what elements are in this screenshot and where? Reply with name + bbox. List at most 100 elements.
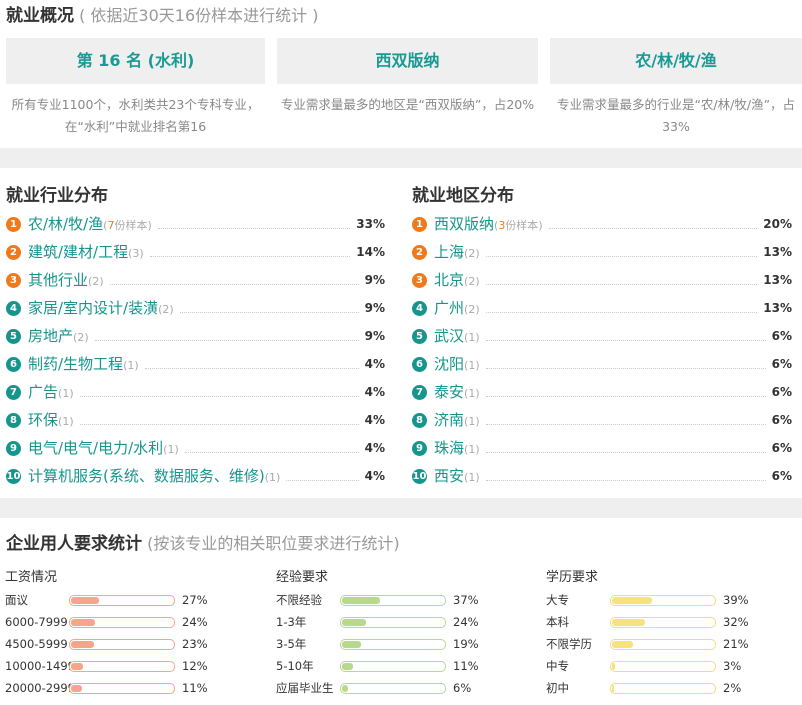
- sample-count: (1): [464, 359, 480, 372]
- progress-bar: [69, 639, 175, 650]
- sample-count: (2): [88, 275, 104, 288]
- requirement-row: 1-3年 24%: [276, 611, 496, 633]
- requirement-percent: 21%: [723, 637, 749, 651]
- region-row: 2 上海(2) 13%: [412, 238, 792, 266]
- overview-heading: 就业概况 ( 依据近30天16份样本进行统计 ): [6, 4, 318, 28]
- requirement-percent: 37%: [453, 593, 479, 607]
- requirement-percent: 24%: [453, 615, 479, 629]
- region-row: 4 广州(2) 13%: [412, 294, 792, 322]
- sample-count-value: 2: [468, 247, 476, 260]
- dotted-leader: [79, 424, 359, 425]
- sample-count-value: 1: [468, 471, 476, 484]
- requirement-percent: 39%: [723, 593, 749, 607]
- sample-count: (1): [464, 471, 480, 484]
- industry-name-link[interactable]: 制药/生物工程: [28, 355, 123, 373]
- progress-bar: [340, 595, 446, 606]
- sample-count: (3): [128, 247, 144, 260]
- dotted-leader: [485, 312, 758, 313]
- industry-name-link[interactable]: 计算机服务(系统、数据服务、维修): [28, 467, 265, 485]
- sample-count-value: 3: [132, 247, 140, 260]
- region-name-link[interactable]: 泰安: [434, 383, 464, 401]
- region-percent: 6%: [771, 329, 792, 343]
- region-row: 7 泰安(1) 6%: [412, 378, 792, 406]
- requirement-column-title: 学历要求: [546, 570, 599, 585]
- industry-row: 10 计算机服务(系统、数据服务、维修)(1) 4%: [6, 462, 385, 490]
- requirement-percent: 3%: [723, 659, 742, 673]
- requirement-row: 不限学历 21%: [546, 633, 766, 655]
- industry-row: 1 农/林/牧/渔(7份样本) 33%: [6, 210, 385, 238]
- region-row-main: 上海(2): [434, 238, 480, 266]
- region-row-main: 广州(2): [434, 294, 480, 322]
- region-name-link[interactable]: 上海: [434, 243, 464, 261]
- region-percent: 13%: [763, 245, 792, 259]
- rank-badge: 2: [412, 245, 427, 260]
- industry-row-main: 家居/室内设计/装潢(2): [28, 294, 174, 322]
- requirement-row: 大专 39%: [546, 589, 766, 611]
- dotted-leader: [485, 396, 766, 397]
- industry-name-link[interactable]: 建筑/建材/工程: [28, 243, 128, 261]
- progress-bar-fill: [612, 619, 645, 626]
- requirements-heading: 企业用人要求统计 (按该专业的相关职位要求进行统计): [6, 532, 400, 556]
- region-name-link[interactable]: 沈阳: [434, 355, 464, 373]
- region-name-link[interactable]: 西双版纳: [434, 215, 494, 233]
- rank-badge: 9: [412, 441, 427, 456]
- section-divider: [0, 498, 802, 518]
- sample-count: (1): [123, 359, 139, 372]
- sample-count: (1): [464, 415, 480, 428]
- dotted-leader: [144, 368, 359, 369]
- progress-bar: [69, 617, 175, 628]
- industry-name-link[interactable]: 电气/电气/电力/水利: [28, 439, 163, 457]
- region-title: 就业地区分布: [412, 186, 514, 206]
- industry-name-link[interactable]: 农/林/牧/渔: [28, 215, 103, 233]
- industry-name-link[interactable]: 房地产: [28, 327, 73, 345]
- rank-badge: 2: [6, 245, 21, 260]
- sample-count-value: 1: [468, 387, 476, 400]
- region-name-link[interactable]: 济南: [434, 411, 464, 429]
- sample-count-value: 1: [62, 415, 70, 428]
- requirement-row: 中专 3%: [546, 655, 766, 677]
- region-percent: 6%: [771, 441, 792, 455]
- region-name-link[interactable]: 西安: [434, 467, 464, 485]
- region-row-main: 珠海(1): [434, 434, 480, 462]
- industry-name-link[interactable]: 广告: [28, 383, 58, 401]
- industry-row-main: 建筑/建材/工程(3): [28, 238, 144, 266]
- requirement-percent: 19%: [453, 637, 479, 651]
- region-name-link[interactable]: 武汉: [434, 327, 464, 345]
- requirement-row: 应届毕业生 6%: [276, 677, 496, 699]
- region-name-link[interactable]: 广州: [434, 299, 464, 317]
- rank-badge: 5: [412, 329, 427, 344]
- sample-count: (1): [163, 443, 179, 456]
- industry-percent: 9%: [364, 301, 385, 315]
- dotted-leader: [485, 480, 766, 481]
- industry-name-link[interactable]: 其他行业: [28, 271, 88, 289]
- industry-percent: 9%: [364, 273, 385, 287]
- requirement-label: 5-10年: [276, 659, 314, 673]
- dotted-leader: [157, 228, 351, 229]
- industry-row-main: 农/林/牧/渔(7份样本): [28, 210, 152, 238]
- requirements-title: 企业用人要求统计: [6, 534, 142, 554]
- region-name-link[interactable]: 北京: [434, 271, 464, 289]
- sample-count-suffix: 份样本: [114, 219, 148, 232]
- progress-bar-fill: [612, 663, 615, 670]
- sample-count: (1): [464, 331, 480, 344]
- sample-count: (2): [464, 275, 480, 288]
- region-row: 6 沈阳(1) 6%: [412, 350, 792, 378]
- industry-name-link[interactable]: 环保: [28, 411, 58, 429]
- progress-bar: [69, 661, 175, 672]
- rank-badge: 5: [6, 329, 21, 344]
- sample-count-value: 2: [468, 275, 476, 288]
- dotted-leader: [485, 340, 766, 341]
- rank-badge: 9: [6, 441, 21, 456]
- industry-percent: 33%: [356, 217, 385, 231]
- region-name-link[interactable]: 珠海: [434, 439, 464, 457]
- progress-bar-fill: [71, 619, 95, 626]
- rank-badge: 3: [412, 273, 427, 288]
- requirement-label: 面议: [5, 593, 28, 607]
- progress-bar-fill: [71, 641, 94, 648]
- requirement-row: 不限经验 37%: [276, 589, 496, 611]
- rank-badge: 6: [412, 357, 427, 372]
- industry-name-link[interactable]: 家居/室内设计/装潢: [28, 299, 158, 317]
- sample-count-value: 2: [468, 303, 476, 316]
- requirement-label: 20000-29999: [5, 681, 71, 695]
- rank-card: 第 16 名 (水利): [6, 38, 265, 84]
